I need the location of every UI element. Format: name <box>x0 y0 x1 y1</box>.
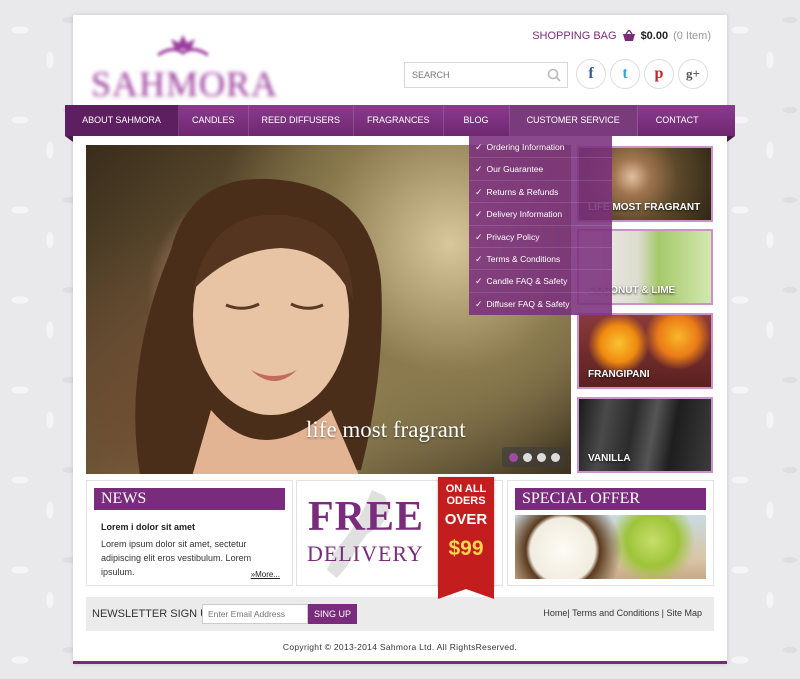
delivery-text: DELIVERY <box>307 541 424 566</box>
check-icon: ✓ <box>475 186 483 197</box>
check-icon: ✓ <box>475 298 483 309</box>
nav-candles[interactable]: CANDLES <box>179 105 249 136</box>
news-more-link[interactable]: »More... <box>251 570 280 579</box>
dropdown-item-ordering[interactable]: ✓ Ordering Information <box>469 136 612 159</box>
slide-dot[interactable] <box>522 452 532 462</box>
search-input[interactable] <box>405 70 540 80</box>
newsletter-signup-button[interactable]: SING UP <box>308 604 357 624</box>
free-delivery-banner[interactable]: FREE DELIVERY ON ALL ODERS OVER $99 <box>296 477 503 599</box>
ribbon-price: $99 <box>448 537 484 560</box>
slide-dot[interactable] <box>536 452 546 462</box>
newsletter-bar: NEWSLETTER SIGN UP SING UP Home| Terms a… <box>86 597 714 631</box>
hero-caption: life most fragrant <box>306 417 466 442</box>
thumb-label: FRANGIPANI <box>588 369 650 380</box>
nav-fragrances[interactable]: FRAGRANCES <box>354 105 444 136</box>
twitter-icon[interactable]: t <box>610 59 640 89</box>
search-icon[interactable] <box>547 68 561 82</box>
social-links: f t p g+ <box>576 59 708 89</box>
check-icon: ✓ <box>475 253 483 264</box>
special-offer-header: SPECIAL OFFER <box>515 488 706 510</box>
search-box <box>404 62 568 88</box>
footer-links: Home| Terms and Conditions | Site Map <box>543 608 702 618</box>
check-icon: ✓ <box>475 276 483 287</box>
newsletter-email-input[interactable] <box>202 604 308 624</box>
dropdown-item-terms[interactable]: ✓ Terms & Conditions <box>469 248 612 271</box>
dropdown-item-delivery[interactable]: ✓ Delivery Information <box>469 203 612 226</box>
pinterest-icon[interactable]: p <box>644 59 674 89</box>
logo-crown-icon <box>157 35 209 57</box>
bag-item-count: (0 Item) <box>673 30 711 42</box>
check-icon: ✓ <box>475 231 483 242</box>
check-icon: ✓ <box>475 209 483 220</box>
basket-icon <box>622 30 635 41</box>
ribbon-line1: ON ALL ODERS <box>445 483 487 507</box>
free-text: FREE <box>308 494 425 540</box>
slider-pagination <box>502 447 566 467</box>
main-nav: ABOUT SAHMORA CANDLES REED DIFFUSERS FRA… <box>65 105 735 142</box>
shopping-bag[interactable]: SHOPPING BAG $0.00 (0 Item) <box>532 30 711 42</box>
nav-about[interactable]: ABOUT SAHMORA <box>65 105 179 136</box>
offer-ribbon: ON ALL ODERS OVER $99 <box>438 477 494 587</box>
thumb-vanilla[interactable]: VANILLA <box>577 397 713 473</box>
googleplus-icon[interactable]: g+ <box>678 59 708 89</box>
special-offer-image <box>515 515 706 579</box>
slide-dot[interactable] <box>550 452 560 462</box>
nav-contact[interactable]: CONTACT <box>638 105 717 136</box>
bag-price: $0.00 <box>640 30 669 42</box>
ribbon-tail <box>438 587 494 599</box>
dropdown-item-returns[interactable]: ✓ Returns & Refunds <box>469 181 612 204</box>
footer-link-home[interactable]: Home <box>543 608 567 618</box>
logo[interactable]: SAHMORA <box>91 33 279 104</box>
dropdown-item-diffuser-faq[interactable]: ✓ Diffuser FAQ & Safety <box>469 293 612 315</box>
nav-blog[interactable]: BLOG <box>444 105 510 136</box>
slide-dot[interactable] <box>508 452 518 462</box>
check-icon: ✓ <box>475 142 483 152</box>
logo-text: SAHMORA <box>91 64 279 104</box>
news-title: Lorem i dolor sit amet <box>101 522 196 532</box>
facebook-icon[interactable]: f <box>576 59 606 89</box>
newsletter-label: NEWSLETTER SIGN UP <box>92 608 216 620</box>
nav-customer-service[interactable]: CUSTOMER SERVICE <box>509 105 638 136</box>
nav-reed-diffusers[interactable]: REED DIFFUSERS <box>249 105 355 136</box>
dropdown-item-candle-faq[interactable]: ✓ Candle FAQ & Safety <box>469 270 612 293</box>
news-header: NEWS <box>94 488 285 510</box>
news-box: NEWS Lorem i dolor sit amet Lorem ipsum … <box>86 480 293 586</box>
copyright: Copyright © 2013-2014 Sahmora Ltd. All R… <box>282 642 518 652</box>
thumb-frangipani[interactable]: FRANGIPANI <box>577 313 713 389</box>
footer-link-terms[interactable]: Terms and Conditions <box>572 608 659 618</box>
dropdown-item-privacy[interactable]: ✓ Privacy Policy <box>469 226 612 248</box>
footer-link-sitemap[interactable]: Site Map <box>666 608 702 618</box>
check-icon: ✓ <box>475 164 483 175</box>
bag-label: SHOPPING BAG <box>532 30 617 42</box>
customer-service-dropdown: ✓ Ordering Information ✓ Our Guarantee ✓ Re… <box>469 136 612 316</box>
special-offer-box[interactable]: SPECIAL OFFER <box>507 480 714 586</box>
dropdown-item-guarantee[interactable]: ✓ Our Guarantee <box>469 158 612 181</box>
page: SAHMORA SHOPPING BAG $0.00 (0 Item) f t … <box>65 15 735 664</box>
thumb-label: VANILLA <box>588 453 631 464</box>
ribbon-line2: OVER <box>444 511 488 528</box>
